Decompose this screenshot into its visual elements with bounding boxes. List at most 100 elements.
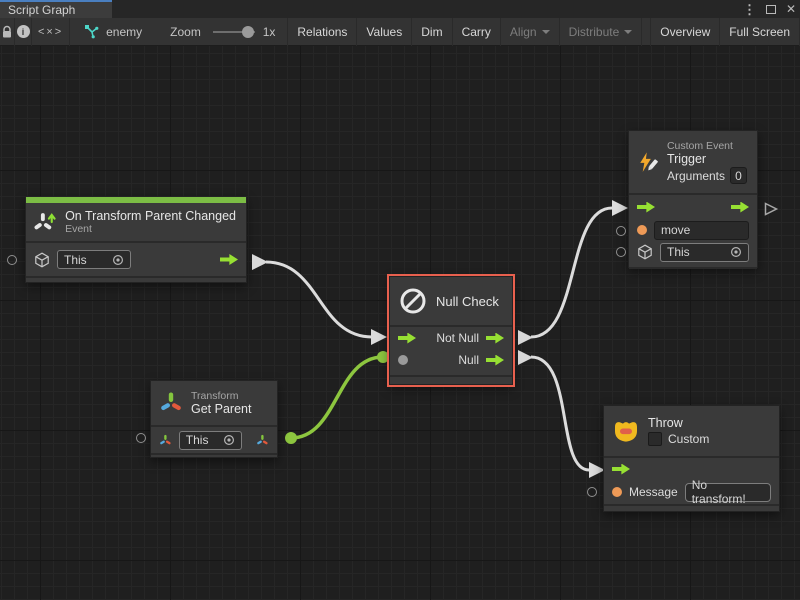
throw-error-icon (612, 418, 640, 444)
node-get-parent[interactable]: Transform Get Parent This (150, 380, 278, 458)
node-left-port[interactable] (616, 247, 626, 257)
tab-label: Script Graph (8, 3, 75, 17)
lock-button[interactable] (0, 18, 15, 46)
custom-event-icon (637, 149, 659, 176)
zoom-slider[interactable] (213, 25, 255, 39)
target-picker-icon[interactable] (112, 254, 124, 266)
wire-event-to-nullcheck[interactable] (252, 254, 387, 345)
values-button[interactable]: Values (357, 18, 412, 46)
node-title: Trigger (667, 152, 747, 166)
target-dropdown[interactable]: This (179, 431, 242, 450)
relations-button[interactable]: Relations (288, 18, 357, 46)
maximize-icon[interactable] (766, 5, 776, 14)
not-null-label: Not Null (436, 331, 479, 345)
graph-canvas[interactable]: On Transform Parent Changed Event This (0, 46, 800, 600)
transform-icon (159, 391, 183, 415)
flow-input-port[interactable] (398, 333, 416, 344)
chevron-down-icon (624, 30, 632, 34)
value-input-port[interactable] (637, 225, 647, 235)
null-output-port[interactable] (486, 355, 504, 366)
transform-output-port-icon[interactable] (256, 433, 269, 448)
wire-arrow-icon (371, 329, 387, 345)
wire-arrow-icon (612, 200, 628, 216)
target-picker-icon[interactable] (223, 434, 235, 446)
wire-getparent-to-null[interactable] (285, 351, 389, 444)
target-dropdown[interactable]: This (660, 243, 749, 262)
flow-output-port[interactable] (731, 202, 749, 213)
script-graph-window: Script Graph ⋮ ✕ i <×> (0, 0, 800, 600)
graph-toolbar: i <×> enemy Zoom 1x Relations Values Dim… (0, 18, 800, 46)
transform-event-icon (34, 210, 57, 234)
wire-null-to-throw[interactable] (531, 357, 605, 478)
window-controls: ⋮ ✕ (743, 0, 796, 18)
chevron-down-icon (542, 30, 550, 34)
fullscreen-button[interactable]: Full Screen (720, 18, 800, 46)
gameobject-cube-icon (34, 252, 50, 268)
wire-dot-icon (285, 432, 297, 444)
info-button[interactable]: i (15, 18, 32, 46)
arguments-stepper[interactable]: 0 (730, 167, 747, 184)
node-title: Get Parent (191, 402, 251, 416)
node-category: Custom Event (667, 140, 747, 152)
distribute-label: Distribute (569, 25, 620, 39)
transform-port-icon (159, 433, 172, 448)
node-title: On Transform Parent Changed (65, 209, 236, 223)
target-dropdown[interactable]: This (57, 250, 131, 269)
target-picker-icon[interactable] (730, 246, 742, 258)
zoom-value: 1x (263, 25, 276, 39)
flow-input-port[interactable] (612, 464, 630, 475)
zoom-slider-handle[interactable] (242, 26, 254, 38)
null-label: Null (458, 353, 479, 367)
graph-breadcrumb[interactable]: enemy (84, 24, 142, 39)
node-null-check[interactable]: Null Check Not Null Null (389, 276, 513, 385)
tab-script-graph[interactable]: Script Graph (0, 0, 112, 18)
code-icon: <×> (38, 26, 63, 38)
node-subtitle: Event (65, 223, 236, 235)
info-icon: i (17, 25, 30, 38)
hollow-flow-arrow[interactable] (763, 201, 779, 217)
gameobject-cube-icon (637, 244, 653, 260)
node-left-port[interactable] (7, 255, 17, 265)
toolbar-buttons: Relations Values Dim Carry Align Distrib… (287, 18, 800, 46)
flow-input-port[interactable] (637, 202, 655, 213)
distribute-dropdown[interactable]: Distribute (560, 18, 643, 46)
event-name-input[interactable]: move (654, 221, 749, 240)
align-dropdown[interactable]: Align (501, 18, 560, 46)
overview-button[interactable]: Overview (650, 18, 720, 46)
carry-button[interactable]: Carry (453, 18, 501, 46)
node-on-transform-parent-changed[interactable]: On Transform Parent Changed Event This (25, 196, 247, 283)
graph-name: enemy (106, 25, 142, 39)
wire-notnull-to-customevent[interactable] (531, 200, 628, 337)
not-null-output-port[interactable] (486, 333, 504, 344)
event-name-value: move (661, 223, 690, 237)
align-label: Align (510, 25, 537, 39)
node-trigger-custom-event[interactable]: Custom Event Trigger Arguments 0 move (628, 130, 758, 268)
window-menu-icon[interactable]: ⋮ (743, 3, 756, 16)
zoom-label: Zoom (170, 25, 201, 39)
null-check-icon (398, 286, 428, 316)
target-value: This (186, 433, 209, 447)
message-label: Message (629, 485, 678, 499)
graph-icon (84, 24, 99, 39)
flow-output-port[interactable] (220, 254, 238, 265)
value-input-port[interactable] (612, 487, 622, 497)
value-input-port[interactable] (398, 355, 408, 365)
node-title: Throw (648, 416, 709, 430)
target-value: This (64, 253, 87, 267)
target-value: This (667, 245, 690, 259)
lock-icon (1, 25, 13, 39)
node-throw[interactable]: Throw Custom Message No transform! (603, 405, 780, 512)
node-left-port[interactable] (587, 487, 597, 497)
code-view-button[interactable]: <×> (32, 18, 70, 46)
wire-dot-icon (377, 351, 389, 363)
message-input[interactable]: No transform! (685, 483, 771, 502)
custom-checkbox[interactable] (648, 432, 662, 446)
close-icon[interactable]: ✕ (786, 3, 796, 15)
tab-bar: Script Graph ⋮ ✕ (0, 0, 800, 18)
node-left-port[interactable] (136, 433, 146, 443)
arguments-label: Arguments (667, 169, 725, 183)
node-title: Null Check (436, 294, 499, 309)
dim-button[interactable]: Dim (412, 18, 452, 46)
node-left-port[interactable] (616, 226, 626, 236)
node-category: Transform (191, 390, 251, 402)
